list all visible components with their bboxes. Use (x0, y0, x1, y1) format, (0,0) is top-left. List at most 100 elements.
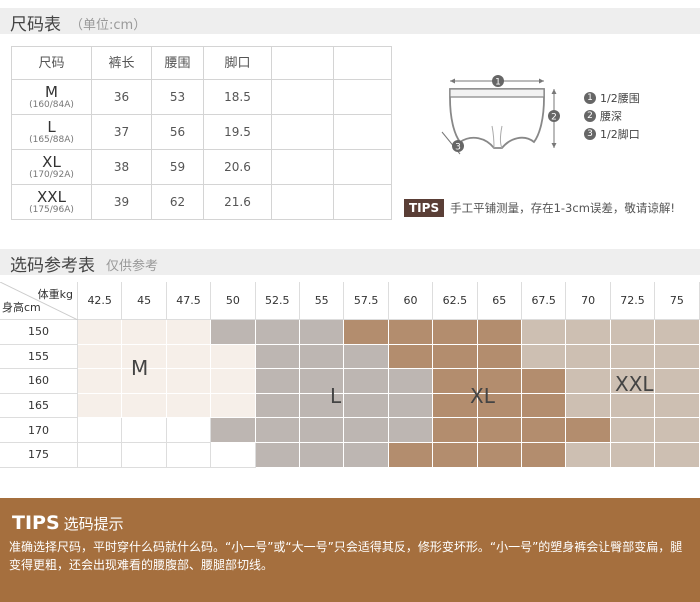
grid-cell-xl (433, 443, 478, 468)
diagram-legend: 1 1/2腰围 2 腰深 3 1/2脚口 (584, 89, 640, 143)
grid-cell-m (211, 393, 256, 419)
grid-cell-l (255, 443, 300, 468)
grid-cell-l (300, 344, 345, 370)
grid-cell-blank (78, 443, 123, 468)
weight-header: 70 (566, 282, 611, 320)
weight-header: 62.5 (433, 282, 478, 320)
length-value: 36 (91, 79, 152, 115)
grid-cell-blank (78, 418, 123, 443)
tips-title: TIPS 选码提示 (12, 512, 124, 534)
ref-chart-title: 选码参考表 (10, 256, 95, 276)
grid-cell-xl (522, 393, 567, 419)
weight-header: 50 (211, 282, 256, 320)
leg-value: 21.6 (203, 184, 272, 220)
grid-cell-m (78, 393, 123, 419)
grid-cell-l (255, 393, 300, 419)
weight-header: 42.5 (78, 282, 123, 320)
height-header: 160 (0, 369, 78, 394)
height-header: 150 (0, 320, 78, 345)
grid-cell-l (344, 344, 389, 370)
size-sub: (165/88A) (29, 134, 74, 145)
height-header: 175 (0, 443, 78, 468)
svg-text:2: 2 (551, 113, 557, 123)
legend-text: 1/2腰围 (600, 92, 640, 105)
grid-cell-blank (166, 443, 212, 468)
size-label: XXL (37, 187, 66, 206)
leg-value: 19.5 (203, 114, 272, 150)
grid-cell-m (122, 320, 167, 345)
legend-item: 1 1/2腰围 (584, 89, 640, 107)
size-label: L (47, 117, 56, 136)
grid-cell-xl (522, 369, 567, 394)
grid-cell-xxl (655, 418, 700, 443)
tips-title-sub: 选码提示 (63, 515, 124, 533)
weight-header: 72.5 (610, 282, 656, 320)
header-length: 裤长 (91, 46, 152, 80)
grid-cell-xxl (566, 320, 611, 345)
grid-cell-l (255, 418, 300, 443)
weight-header: 65 (477, 282, 522, 320)
grid-cell-xl (477, 320, 522, 345)
grid-cell-xl (388, 320, 434, 345)
waist-value: 56 (151, 114, 204, 150)
grid-cell-xxl (655, 320, 700, 345)
length-value: 39 (91, 184, 152, 220)
grid-cell-xl (433, 344, 478, 370)
length-value: 37 (91, 114, 152, 150)
leg-value: 20.6 (203, 149, 272, 185)
size-chart-unit: （单位:cm） (70, 18, 147, 33)
grid-cell-l (300, 418, 345, 443)
svg-text:1: 1 (495, 78, 501, 88)
grid-cell-l (388, 418, 434, 443)
size-table-header: 尺码 裤长 腰围 脚口 (11, 46, 392, 80)
grid-cell-m (78, 320, 123, 345)
grid-cell-xxl (610, 418, 656, 443)
leg-value: 18.5 (203, 79, 272, 115)
grid-cell-xxl (655, 344, 700, 370)
height-header: 165 (0, 393, 78, 419)
legend-number: 1 (584, 92, 596, 104)
grid-cell-xxl (566, 369, 611, 394)
grid-cell-m (78, 344, 123, 370)
grid-cell-l (344, 418, 389, 443)
grid-cell-blank (122, 418, 167, 443)
tips-title-main: TIPS (12, 512, 60, 534)
grid-cell-l (344, 369, 389, 394)
grid-cell-xl (522, 418, 567, 443)
zone-label-l: L (330, 384, 342, 408)
header-waist: 腰围 (151, 46, 204, 80)
svg-text:3: 3 (455, 143, 461, 153)
weight-header: 60 (388, 282, 434, 320)
height-axis-label: 身高cm (2, 301, 41, 314)
corner-header: 体重kg 身高cm (0, 282, 78, 320)
grid-cell-xl (433, 418, 478, 443)
grid-cell-m (166, 369, 212, 394)
grid-cell-xxl (566, 393, 611, 419)
grid-cell-xl (344, 320, 389, 345)
grid-cell-l (388, 369, 434, 394)
grid-cell-xl (566, 418, 611, 443)
size-row-xxl: XXL (175/96A) 39 62 21.6 (11, 184, 392, 220)
header-leg: 脚口 (203, 46, 272, 80)
size-row-xl: XL (170/92A) 38 59 20.6 (11, 149, 392, 185)
legend-text: 1/2脚口 (600, 128, 640, 141)
zone-label-xl: XL (470, 384, 495, 408)
height-header: 170 (0, 418, 78, 443)
grid-cell-m (78, 369, 123, 394)
weight-header: 52.5 (255, 282, 300, 320)
size-sub: (170/92A) (29, 169, 74, 180)
size-table: 尺码 裤长 腰围 脚口 M (160/84A) 36 53 18.5 L (165/… (11, 46, 392, 220)
weight-header: 47.5 (166, 282, 212, 320)
grid-cell-l (344, 443, 389, 468)
grid-cell-l (211, 418, 256, 443)
size-label: XL (42, 152, 61, 171)
legend-item: 2 腰深 (584, 107, 640, 125)
grid-cell-l (255, 344, 300, 370)
grid-cell-l (300, 443, 345, 468)
tips-text: 手工平铺测量，存在1-3cm误差，敬请谅解! (450, 201, 676, 215)
grid-cell-xxl (566, 443, 611, 468)
grid-cell-m (122, 393, 167, 419)
grid-cell-xl (477, 418, 522, 443)
grid-cell-xxl (610, 443, 656, 468)
grid-cell-m (211, 369, 256, 394)
